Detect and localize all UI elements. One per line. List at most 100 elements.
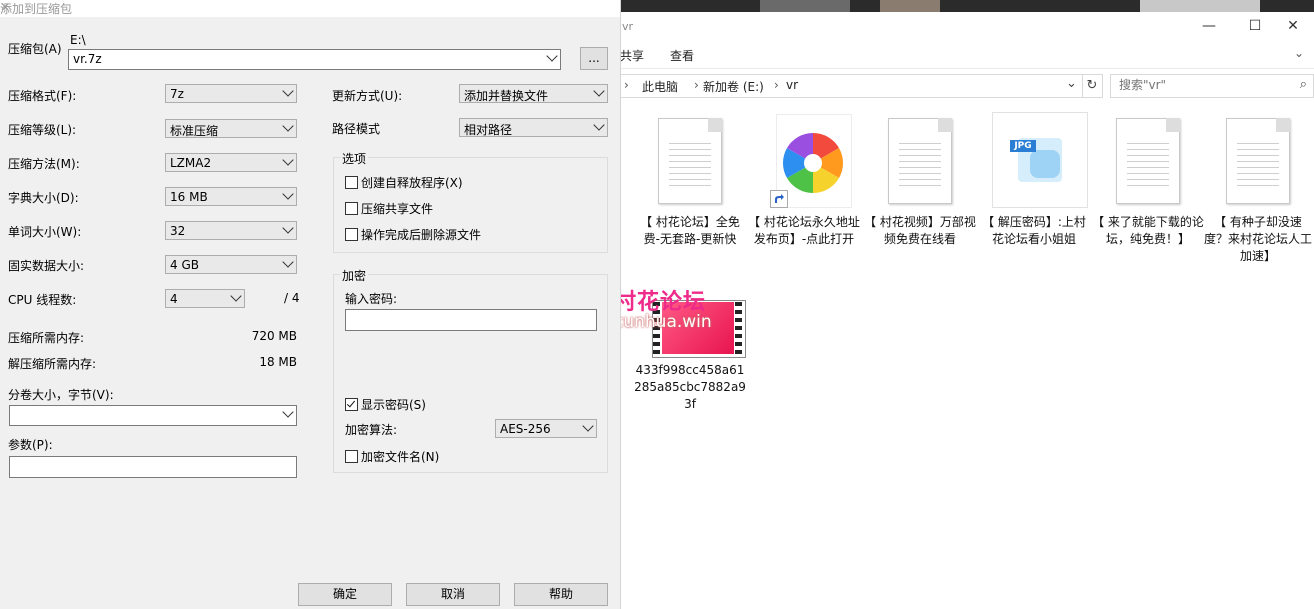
shortcut-arrow-icon: [770, 190, 788, 208]
format-select[interactable]: 7z: [165, 84, 297, 103]
method-select[interactable]: LZMA2: [165, 153, 297, 172]
file-item[interactable]: 【 有种子却没速度？来村花论坛人工加速】: [1204, 114, 1312, 265]
desktop-background-strip: [620, 0, 1314, 12]
path-mode-select[interactable]: 相对路径: [459, 118, 608, 137]
breadcrumb-drive[interactable]: 新加卷 (E:): [703, 78, 764, 95]
chevron-down-icon: [282, 154, 294, 166]
decompress-memory-label: 解压缩所需内存:: [8, 357, 97, 371]
checkbox-checked[interactable]: [345, 398, 358, 411]
refresh-icon[interactable]: ↻: [1082, 74, 1103, 98]
solid-block-select[interactable]: 4 GB: [165, 255, 297, 274]
volume-size-combobox[interactable]: [9, 405, 297, 426]
dictionary-select[interactable]: 16 MB: [165, 187, 297, 206]
cpu-threads-value: 4: [170, 292, 178, 306]
breadcrumb-folder[interactable]: vr: [786, 78, 798, 92]
encrypt-filenames-label: 加密文件名(N): [361, 450, 440, 464]
parameters-input[interactable]: [9, 456, 297, 478]
ok-button[interactable]: 确定: [298, 583, 392, 606]
cpu-threads-select[interactable]: 4: [165, 289, 245, 308]
file-name: 【 村花视频】万部视频免费在线看: [864, 215, 976, 246]
pinwheel-icon: [756, 114, 852, 210]
chevron-right-icon: ›: [694, 78, 699, 92]
delete-after-checkbox[interactable]: 操作完成后删除源文件: [345, 226, 481, 243]
dialog-titlebar: 添加到压缩包 ✕: [0, 0, 620, 17]
file-item[interactable]: 【 村花论坛】全免费-无套路-更新快: [634, 114, 746, 248]
browse-button[interactable]: ...: [580, 47, 608, 70]
archive-name-value: vr.7z: [73, 52, 102, 66]
search-icon: ⌕: [1299, 77, 1307, 92]
encrypt-filenames-checkbox[interactable]: 加密文件名(N): [345, 448, 439, 465]
tab-view[interactable]: 查看: [670, 47, 694, 64]
search-box[interactable]: ⌕: [1110, 74, 1314, 98]
search-input[interactable]: [1111, 75, 1289, 95]
address-bar[interactable]: › 此电脑 › 新加卷 (E:) › vr ⌄: [620, 74, 1083, 98]
encryption-method-value: AES-256: [500, 422, 551, 436]
file-item[interactable]: 【 村花视频】万部视频免费在线看: [864, 114, 976, 248]
password-label: 输入密码:: [345, 292, 398, 306]
file-item[interactable]: 【 来了就能下载的论坛，纯免费！】: [1092, 114, 1204, 248]
chevron-down-icon: [582, 420, 594, 432]
checkbox[interactable]: [345, 228, 358, 241]
file-name: 433f998cc458a61285a85cbc7882a93f: [634, 363, 746, 411]
file-item[interactable]: JPG 【 解压密码】:上村花论坛看小姐姐: [978, 112, 1090, 248]
word-size-value: 32: [170, 224, 186, 238]
checkbox[interactable]: [345, 450, 358, 463]
method-label: 压缩方法(M):: [8, 157, 80, 171]
chevron-down-icon[interactable]: ⌄: [1294, 46, 1304, 60]
compress-shared-checkbox[interactable]: 压缩共享文件: [345, 200, 433, 217]
chevron-down-icon: [282, 406, 294, 418]
divider: [620, 68, 1314, 69]
checkbox[interactable]: [345, 202, 358, 215]
cancel-button[interactable]: 取消: [406, 583, 500, 606]
encryption-title: 加密: [340, 267, 369, 284]
create-sfx-checkbox[interactable]: 创建自释放程序(X): [345, 174, 463, 191]
jpg-image-icon: JPG: [986, 112, 1088, 210]
solid-block-label: 固实数据大小:: [8, 259, 85, 273]
checkbox[interactable]: [345, 176, 358, 189]
help-button[interactable]: 帮助: [514, 583, 608, 606]
chevron-down-icon: [282, 188, 294, 200]
file-name: 【 解压密码】:上村花论坛看小姐姐: [982, 215, 1086, 246]
close-icon[interactable]: ✕: [0, 0, 612, 14]
explorer-title: vr: [622, 20, 634, 33]
delete-after-label: 操作完成后删除源文件: [361, 228, 482, 242]
chevron-down-icon: [593, 85, 605, 97]
chevron-right-icon: ›: [624, 78, 629, 92]
word-size-label: 单词大小(W):: [8, 225, 82, 239]
password-input[interactable]: [345, 309, 597, 331]
show-password-checkbox[interactable]: 显示密码(S): [345, 396, 426, 413]
volume-size-label: 分卷大小，字节(V):: [8, 388, 114, 402]
word-size-select[interactable]: 32: [165, 221, 297, 240]
address-dropdown-icon[interactable]: ⌄: [1066, 76, 1077, 91]
encryption-method-select[interactable]: AES-256: [495, 419, 597, 438]
create-sfx-label: 创建自释放程序(X): [361, 176, 463, 190]
update-mode-label: 更新方式(U):: [332, 89, 403, 103]
level-select[interactable]: 标准压缩: [165, 119, 297, 138]
cpu-threads-total: / 4: [284, 291, 300, 305]
compress-shared-label: 压缩共享文件: [361, 202, 434, 216]
compress-memory-label: 压缩所需内存:: [8, 331, 85, 345]
file-item[interactable]: 【 村花论坛永久地址发布页】-点此打开: [748, 114, 860, 248]
watermark-url: cunhua.win: [614, 312, 712, 332]
chevron-down-icon: [282, 222, 294, 234]
level-value: 标准压缩: [170, 124, 219, 138]
breadcrumb-this-pc[interactable]: 此电脑: [642, 78, 678, 95]
solid-block-value: 4 GB: [170, 258, 199, 272]
ribbon-tabs: 共享 查看 ⌄: [620, 42, 1314, 66]
dictionary-label: 字典大小(D):: [8, 191, 79, 205]
dictionary-value: 16 MB: [170, 190, 208, 204]
close-button[interactable]: ✕: [1270, 12, 1314, 40]
text-document-icon: [1100, 114, 1196, 210]
text-document-icon: [1210, 114, 1306, 210]
add-to-archive-dialog: 添加到压缩包 ✕ 压缩包(A) E:\ vr.7z ... 压缩格式(F): 7…: [0, 0, 621, 609]
text-document-icon: [872, 114, 968, 210]
archive-name-combobox[interactable]: vr.7z: [68, 49, 561, 70]
file-name: 【 村花论坛】全免费-无套路-更新快: [640, 215, 740, 246]
method-value: LZMA2: [170, 156, 212, 170]
jpg-badge: JPG: [1010, 140, 1036, 152]
chevron-down-icon: [230, 290, 242, 302]
minimize-button[interactable]: —: [1186, 12, 1232, 40]
tab-share[interactable]: 共享: [620, 47, 644, 64]
update-mode-select[interactable]: 添加并替换文件: [459, 84, 608, 103]
chevron-down-icon: [546, 50, 558, 62]
